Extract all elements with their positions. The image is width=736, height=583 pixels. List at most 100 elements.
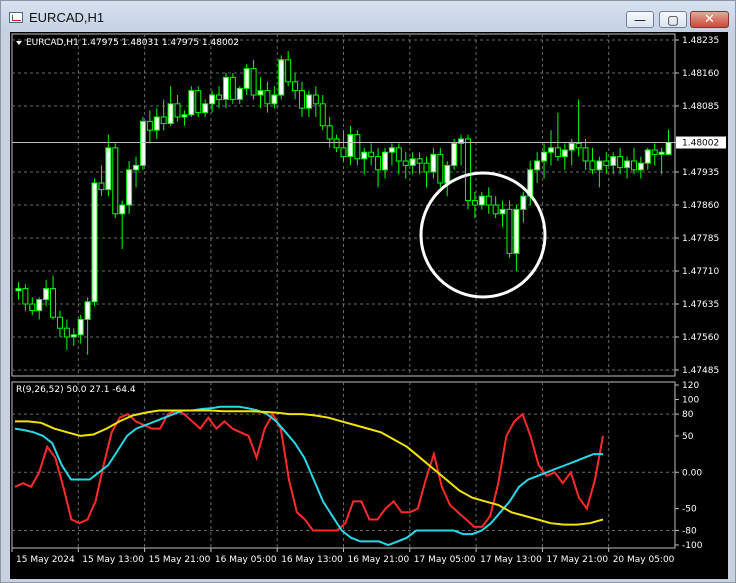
candle-body <box>630 160 637 171</box>
candle-body <box>506 208 513 254</box>
candle-body <box>105 147 112 191</box>
maximize-button[interactable]: ▢ <box>659 11 687 28</box>
candle-body <box>651 149 658 155</box>
candle-body <box>665 142 672 155</box>
candle-body <box>568 142 575 151</box>
chart-area[interactable]: 1.48235 1.48160 1.48085 1.48002 1.47935 1.478… <box>10 32 728 579</box>
price-tick-label: 1.48235 <box>682 36 719 46</box>
osc-tick-label: 120 <box>682 381 699 391</box>
candle-body <box>181 114 188 118</box>
candle-body <box>499 208 506 215</box>
candle-body <box>305 94 312 109</box>
minimize-icon: — <box>634 13 646 27</box>
price-tick-label: 1.47710 <box>682 267 719 277</box>
candle-body <box>112 147 119 215</box>
candle-body <box>347 134 354 158</box>
candle-body <box>285 59 292 83</box>
close-button[interactable]: ✕ <box>690 11 729 28</box>
candle-body <box>146 120 153 131</box>
candle-body <box>326 125 333 140</box>
candle-body <box>354 134 361 160</box>
candle-body <box>492 204 499 215</box>
price-tick-label: 1.48160 <box>682 69 719 79</box>
candle-body <box>333 138 340 149</box>
time-tick-label: 15 May 2024 <box>16 555 75 565</box>
title-bar[interactable]: EURCAD,H1 — ▢ ✕ <box>1 1 735 33</box>
osc-tick-label: 50 <box>682 432 694 442</box>
chart-info-label: EURCAD,H1 1.47975 1.48031 1.47975 1.4800… <box>26 38 239 48</box>
highlight-circle <box>419 171 547 299</box>
close-icon: ✕ <box>704 12 715 27</box>
candle-body <box>216 94 223 100</box>
candle-body <box>133 164 140 171</box>
candle-body <box>388 147 395 153</box>
candle-body <box>257 90 264 96</box>
candle-body <box>478 195 485 206</box>
time-tick-label: 20 May 05:00 <box>613 555 675 565</box>
candle-body <box>250 68 257 96</box>
price-tick-label: 1.48085 <box>682 102 719 112</box>
time-tick-label: 16 May 21:00 <box>348 555 410 565</box>
candle-body <box>153 116 160 131</box>
candle-body <box>402 160 409 166</box>
candle-body <box>22 288 29 305</box>
candle-body <box>423 162 430 173</box>
price-tick-label: 1.47785 <box>682 234 719 244</box>
chart-canvas[interactable]: 1.48235 1.48160 1.48085 1.48002 1.47935 1.478… <box>10 32 728 579</box>
candle-body <box>637 162 644 171</box>
candle-body <box>139 120 146 166</box>
candle-body <box>70 334 77 338</box>
candle-body <box>98 182 105 191</box>
osc-tick-label: 100 <box>682 396 699 406</box>
candle-body <box>582 147 589 162</box>
candle-body <box>50 288 57 318</box>
candle-body <box>229 76 236 100</box>
candle-body <box>444 164 451 184</box>
candle-body <box>361 151 368 160</box>
candle-body <box>209 94 216 105</box>
candle-body <box>202 103 209 114</box>
osc-tick-label: -50 <box>682 505 697 515</box>
candle-body <box>471 200 478 206</box>
candle-body <box>430 153 437 173</box>
candle-body <box>437 153 444 184</box>
candle-body <box>375 156 382 171</box>
candle-body <box>610 156 617 166</box>
candle-body <box>29 303 36 312</box>
candle-body <box>624 160 631 169</box>
candle-body <box>77 318 84 336</box>
price-tick-label: 1.47935 <box>682 168 719 178</box>
candle-body <box>126 169 133 206</box>
candle-body <box>119 204 126 215</box>
candle-body <box>319 103 326 127</box>
candle-body <box>264 90 271 105</box>
candle-body <box>561 149 568 158</box>
candle-body <box>278 59 285 96</box>
candle-body <box>554 147 561 158</box>
candle-body <box>174 103 181 118</box>
time-tick-label: 17 May 05:00 <box>414 555 476 565</box>
candle-body <box>292 81 299 92</box>
candle-body <box>43 288 50 301</box>
candle-body <box>312 94 319 105</box>
candle-body <box>534 160 541 171</box>
chart-dropdown-icon[interactable] <box>16 41 22 45</box>
time-tick-label: 17 May 21:00 <box>546 555 608 565</box>
terminal-window: EURCAD,H1 — ▢ ✕ 1.48235 1.48160 1.48085 1.4… <box>0 0 736 583</box>
candle-body <box>381 151 388 171</box>
candle-body <box>188 90 195 116</box>
candle-body <box>547 147 554 153</box>
candle-body <box>271 94 278 105</box>
candle-body <box>243 68 250 89</box>
candle-body <box>520 195 527 210</box>
candle-body <box>236 87 243 100</box>
candle-body <box>596 160 603 171</box>
candle-body <box>84 301 91 320</box>
osc-tick-label: -100 <box>682 541 703 551</box>
maximize-icon: ▢ <box>667 13 679 27</box>
time-tick-label: 15 May 13:00 <box>82 555 144 565</box>
candle-body <box>589 160 596 171</box>
candle-body <box>56 316 63 329</box>
candle-body <box>167 103 174 125</box>
minimize-button[interactable]: — <box>626 11 654 28</box>
